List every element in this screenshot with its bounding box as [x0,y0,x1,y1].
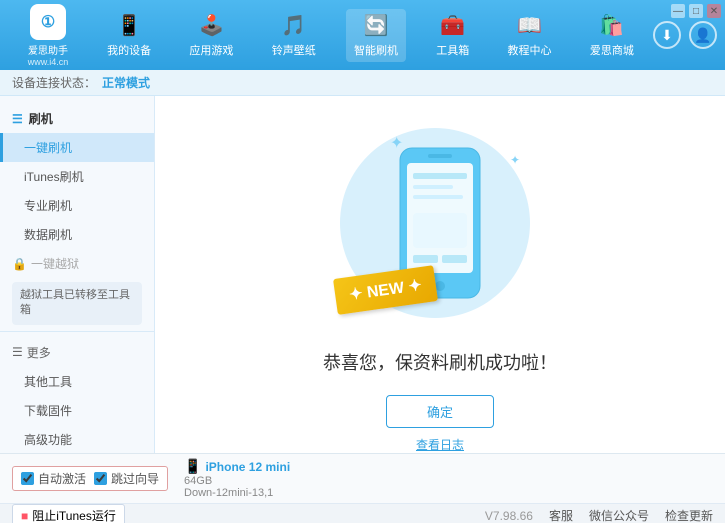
device-os: Down-12mini-13,1 [184,487,290,499]
logo-name: 爱思助手 [28,42,68,57]
skip-wizard-label: 跳过向导 [111,470,159,487]
auto-connect-checkbox[interactable]: 自动激活 [21,470,86,487]
nav-tutorial[interactable]: 📖 教程中心 [500,9,560,62]
stop-icon: ■ [21,509,28,523]
device-storage: 64GB [184,475,290,487]
window-controls: — □ ✕ [671,4,721,18]
status-bottom-row: ■ 阻止iTunes运行 V7.98.66 客服 微信公众号 检查更新 [0,504,725,523]
sidebar-more-section: ☰ 更多 [0,338,154,367]
maximize-button[interactable]: □ [689,4,703,18]
lock-icon: 🔒 [12,257,27,271]
top-nav-bar: — □ ✕ ① 爱思助手 www.i4.cn 📱 我的设备 🕹️ 应用游戏 🎵 [0,0,725,70]
nav-smart-flash-label: 智能刷机 [354,42,398,58]
nav-mall-label: 爱思商城 [590,42,634,58]
close-button[interactable]: ✕ [707,4,721,18]
sidebar-flash-section: ☰ 刷机 [0,104,154,133]
skip-wizard-checkbox[interactable]: 跳过向导 [94,470,159,487]
stop-itunes-label: 阻止iTunes运行 [32,507,116,523]
phone-small-icon: 📱 [184,458,201,475]
version-text: V7.98.66 [485,509,533,523]
nav-items: 📱 我的设备 🕹️ 应用游戏 🎵 铃声壁纸 🔄 智能刷机 🧰 工具箱 📖 [88,9,653,62]
nav-tutorial-label: 教程中心 [508,42,552,58]
stop-itunes-button[interactable]: ■ 阻止iTunes运行 [12,504,125,523]
jailbreak-note: 越狱工具已转移至工具箱 [12,282,142,325]
sparkle-2: ✦ [510,153,520,167]
flash-icon: 🔄 [364,13,389,38]
sidebar-divider [0,331,154,332]
main-content: ✦ ✦ ✦ [155,96,725,479]
success-message: 恭喜您，保资料刷机成功啦！ [323,349,557,375]
jailbreak-label: 一键越狱 [31,255,79,272]
logo-url: www.i4.cn [28,57,69,67]
blog-link[interactable]: 查看日志 [416,436,464,453]
sidebar-item-pro-flash[interactable]: 专业刷机 [0,191,154,220]
skip-wizard-input[interactable] [94,472,107,485]
nav-apps-games[interactable]: 🕹️ 应用游戏 [181,9,241,62]
sidebar-item-one-click-flash[interactable]: 一键刷机 [0,133,154,162]
checkbox-group: 自动激活 跳过向导 [12,466,168,491]
top-right-buttons: ⬇ 👤 [653,21,717,49]
download-button[interactable]: ⬇ [653,21,681,49]
nav-mall[interactable]: 🛍️ 爱思商城 [582,9,642,62]
mall-icon: 🛍️ [599,13,624,38]
sidebar-item-download-fw[interactable]: 下载固件 [0,396,154,425]
status-bar: 设备连接状态： 正常模式 [0,70,725,96]
more-icon: ☰ [12,345,23,359]
nav-tools[interactable]: 🧰 工具箱 [428,9,477,62]
bottom-right-links: V7.98.66 客服 微信公众号 检查更新 [485,507,713,523]
music-icon: 🎵 [281,13,306,38]
user-button[interactable]: 👤 [689,21,717,49]
nav-apps-games-label: 应用游戏 [189,42,233,58]
confirm-button[interactable]: 确定 [386,395,494,428]
checkbox-row: 自动激活 跳过向导 📱 iPhone 12 mini 64GB Down-12m… [0,454,725,504]
nav-my-device[interactable]: 📱 我的设备 [99,9,159,62]
nav-my-device-label: 我的设备 [107,42,151,58]
check-update-link[interactable]: 检查更新 [665,507,713,523]
sidebar-item-data-flash[interactable]: 数据刷机 [0,220,154,249]
nav-ringtones-label: 铃声壁纸 [272,42,316,58]
device-info: 📱 iPhone 12 mini 64GB Down-12mini-13,1 [184,458,290,499]
status-value: 正常模式 [102,74,150,91]
sidebar: ☰ 刷机 一键刷机 iTunes刷机 专业刷机 数据刷机 🔒 一键越狱 越狱工具… [0,96,155,479]
device-name: iPhone 12 mini [205,460,290,474]
sidebar-flash-label: 刷机 [29,110,53,127]
auto-connect-label: 自动激活 [38,470,86,487]
illustration: ✦ ✦ ✦ [330,123,550,333]
wechat-link[interactable]: 微信公众号 [589,507,649,523]
nav-tools-label: 工具箱 [436,42,469,58]
phone-icon: 📱 [117,13,142,38]
logo-icon: ① [30,4,66,40]
sidebar-item-itunes-flash[interactable]: iTunes刷机 [0,162,154,191]
service-link[interactable]: 客服 [549,507,573,523]
nav-smart-flash[interactable]: 🔄 智能刷机 [346,9,406,62]
game-icon: 🕹️ [199,13,224,38]
sidebar-item-advanced[interactable]: 高级功能 [0,425,154,454]
nav-ringtones[interactable]: 🎵 铃声壁纸 [264,9,324,62]
tutorial-icon: 📖 [517,13,542,38]
bottom-area: 自动激活 跳过向导 📱 iPhone 12 mini 64GB Down-12m… [0,453,725,523]
sidebar-jailbreak-locked: 🔒 一键越狱 [0,249,154,278]
app-logo: ① 爱思助手 www.i4.cn [8,4,88,67]
minimize-button[interactable]: — [671,4,685,18]
more-label: 更多 [27,344,51,361]
flash-section-icon: ☰ [12,112,23,126]
sidebar-item-other-tools[interactable]: 其他工具 [0,367,154,396]
tools-icon: 🧰 [440,13,465,38]
auto-connect-input[interactable] [21,472,34,485]
status-label: 设备连接状态： [12,74,96,91]
